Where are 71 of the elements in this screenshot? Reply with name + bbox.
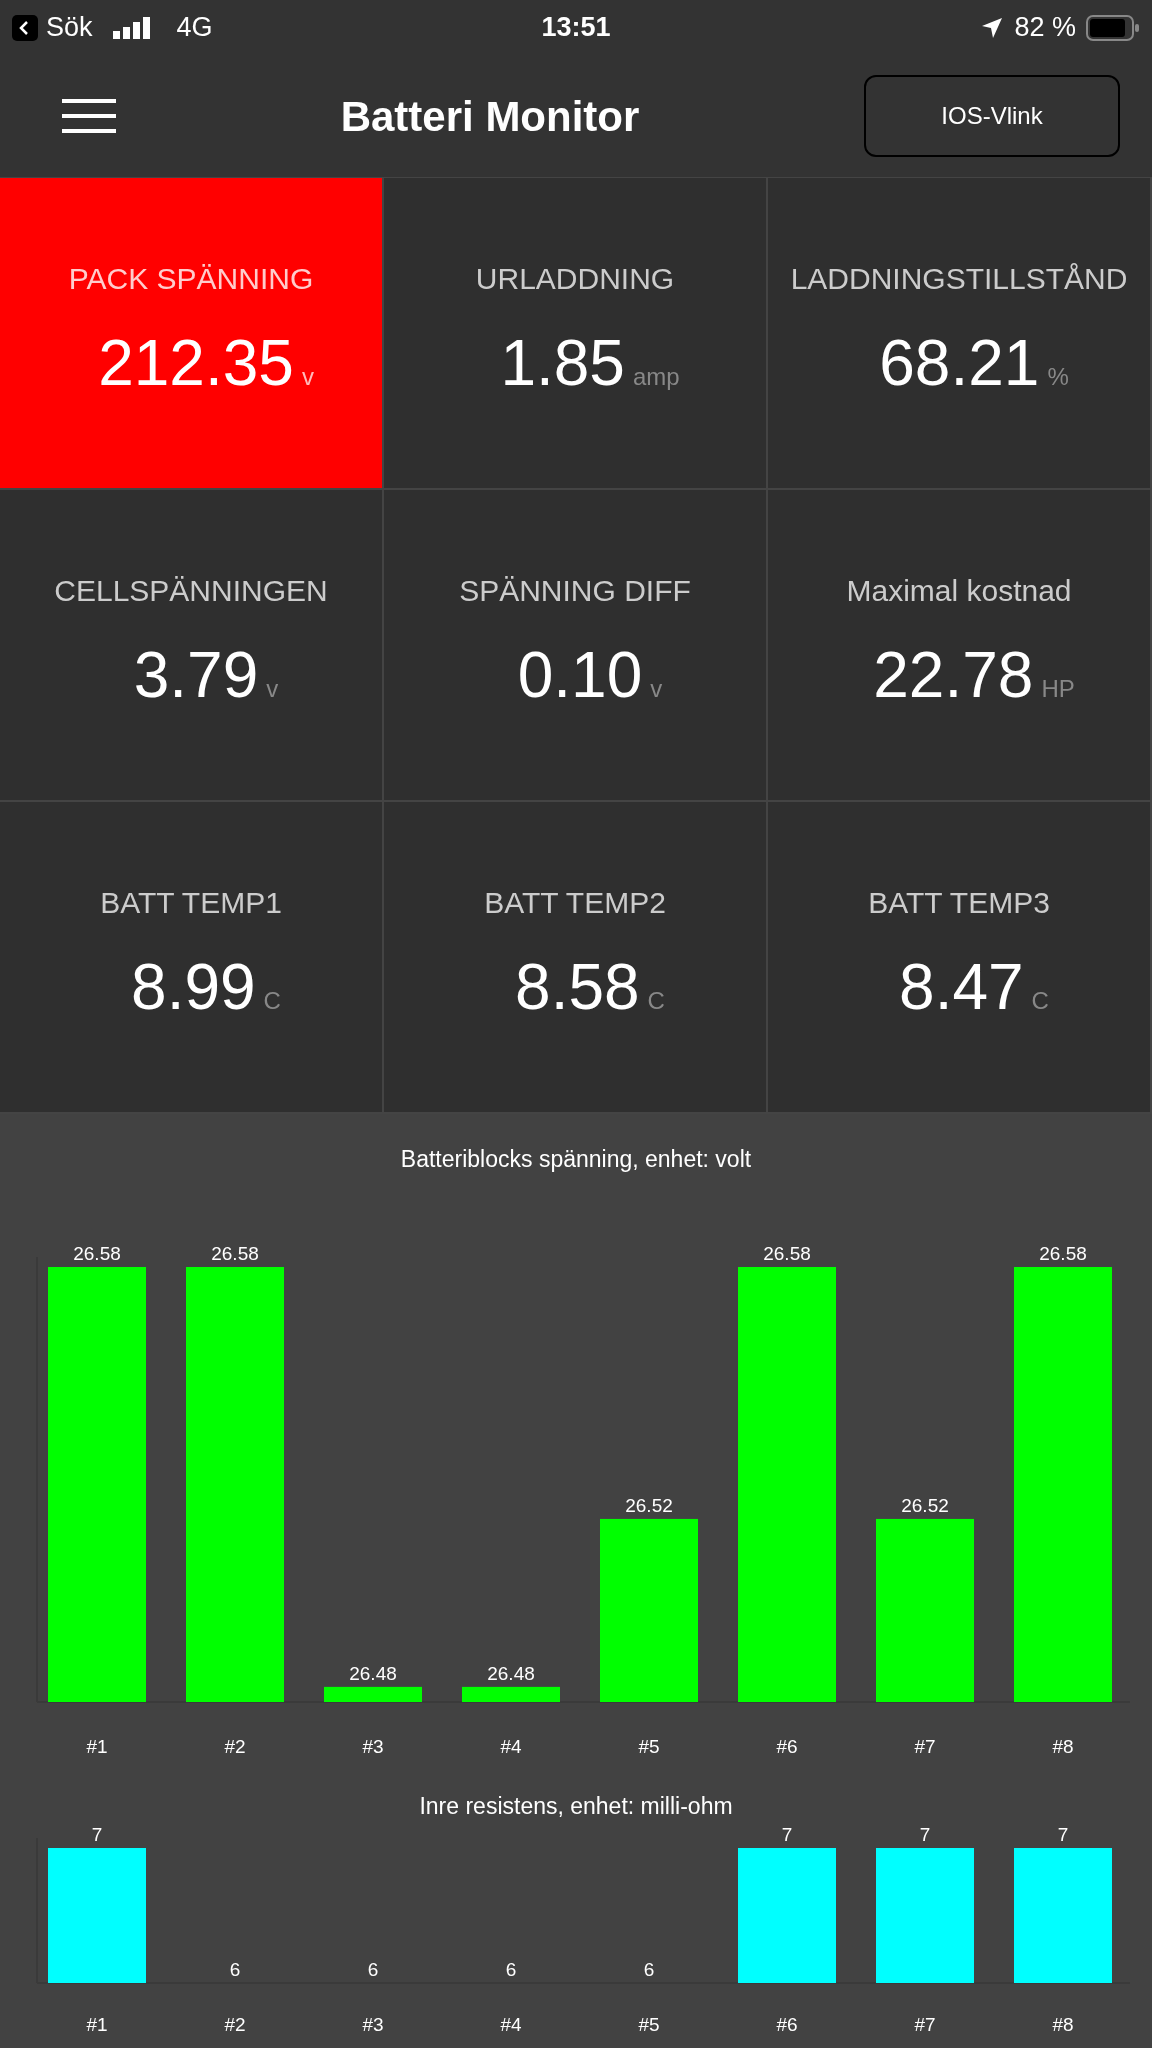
metric-unit: C: [647, 985, 665, 1016]
value-label: 7: [919, 1824, 931, 1845]
axis-label: #8: [1052, 2014, 1074, 2035]
metric-unit: %: [1047, 361, 1069, 392]
metric-unit: HP: [1041, 673, 1075, 704]
metric-value: 8.58: [515, 949, 640, 1025]
metric-unit: C: [1031, 985, 1049, 1016]
value-label: 26.58: [763, 1242, 811, 1264]
value-label: 6: [505, 1959, 517, 1980]
axis-label: #6: [776, 2014, 798, 2035]
value-label: 6: [643, 1959, 655, 1980]
metric-label: SPÄNNING DIFF: [459, 572, 691, 609]
clock: 13:51: [541, 12, 611, 43]
metric-label: LADDNINGSTILLSTÅND: [790, 260, 1128, 297]
axis-label: #2: [224, 2014, 246, 2035]
location-icon: [980, 15, 1005, 40]
app-title: Batteri Monitor: [340, 92, 640, 140]
metric-unit: v: [650, 673, 663, 704]
device-button[interactable]: IOS-Vlink: [864, 75, 1120, 157]
battery-icon: [1086, 14, 1140, 41]
metric-label: BATT TEMP3: [868, 884, 1050, 921]
metric-value: 0.10: [517, 637, 643, 713]
metric-value: 3.79: [133, 637, 259, 713]
metric-value: 212.35: [98, 325, 294, 401]
metric-label: BATT TEMP1: [100, 884, 282, 921]
metric-value: 8.99: [131, 949, 256, 1025]
metric-label: BATT TEMP2: [484, 884, 666, 921]
value-label: 26.52: [901, 1494, 949, 1516]
metric-unit: C: [263, 985, 281, 1016]
metric-unit: v: [301, 361, 314, 392]
axis-label: #6: [776, 1735, 798, 1757]
value-label: 7: [91, 1824, 103, 1845]
value-label: 6: [367, 1959, 379, 1980]
value-label: 26.48: [349, 1662, 397, 1684]
axis-label: #1: [86, 1735, 108, 1757]
metric-label: URLADDNING: [475, 260, 675, 297]
menu-icon[interactable]: [62, 99, 116, 133]
axis-label: #5: [638, 1735, 660, 1757]
battery-percent: 82 %: [1014, 11, 1076, 45]
back-icon[interactable]: [12, 14, 38, 41]
axis-label: #8: [1052, 1735, 1074, 1757]
axis-label: #2: [224, 1735, 246, 1757]
value-label: 6: [229, 1959, 241, 1980]
metric-value: 22.78: [873, 637, 1034, 713]
axis-label: #4: [500, 1735, 522, 1757]
metric-unit: amp: [632, 361, 680, 392]
axis-label: #1: [86, 2014, 108, 2035]
metric-value: 1.85: [500, 325, 625, 401]
value-label: 26.58: [73, 1242, 121, 1264]
chart-title: Inre resistens, enhet: milli-ohm: [419, 1791, 733, 1821]
metric-label: CELLSPÄNNINGEN: [54, 572, 328, 609]
metric-value: 68.21: [879, 325, 1040, 401]
value-label: 7: [1057, 1824, 1069, 1845]
value-label: 26.58: [1039, 1242, 1087, 1264]
axis-label: #5: [638, 2014, 660, 2035]
metric-value: 8.47: [899, 949, 1024, 1025]
axis-label: #4: [500, 2014, 522, 2035]
metric-label: Maximal kostnad: [846, 572, 1072, 609]
value-label: 26.52: [625, 1494, 673, 1516]
axis-label: #3: [362, 2014, 384, 2035]
value-label: 26.48: [487, 1662, 535, 1684]
chart-title: Batteriblocks spänning, enhet: volt: [400, 1145, 752, 1174]
value-label: 26.58: [211, 1242, 259, 1264]
back-label[interactable]: Sök: [46, 7, 93, 48]
axis-label: #3: [362, 1735, 384, 1757]
axis-label: #7: [914, 1735, 936, 1757]
axis-label: #7: [914, 2014, 936, 2035]
metric-unit: v: [266, 673, 279, 704]
value-label: 7: [781, 1824, 793, 1845]
metric-label: PACK SPÄNNING: [68, 260, 314, 297]
network-label: 4G: [176, 11, 213, 45]
